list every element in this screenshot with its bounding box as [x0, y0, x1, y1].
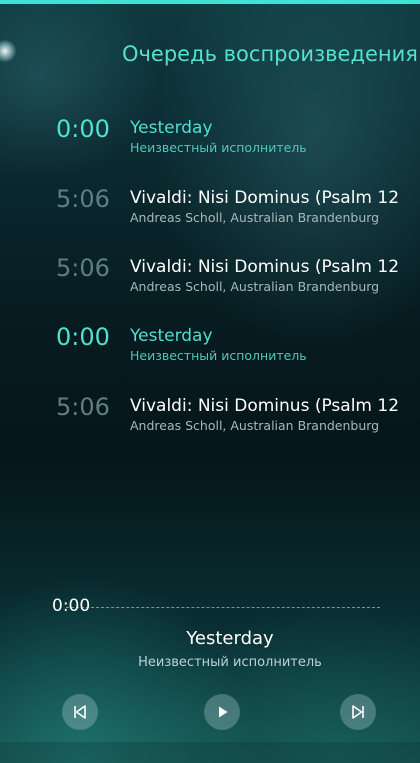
page-title: Очередь воспроизведения — [122, 42, 418, 66]
queue-item-duration: 5:06 — [56, 393, 110, 421]
bottom-bar — [0, 742, 420, 763]
queue-item[interactable]: 5:06 Vivaldi: Nisi Dominus (Psalm 12 And… — [0, 184, 420, 244]
queue-item[interactable]: 5:06 Vivaldi: Nisi Dominus (Psalm 12 And… — [0, 392, 420, 452]
elapsed-time: 0:00 — [52, 596, 91, 616]
queue-item-title: Vivaldi: Nisi Dominus (Psalm 12 — [130, 396, 400, 416]
queue-item-artist: Andreas Scholl, Australian Brandenburg — [130, 210, 380, 225]
queue-item-duration: 0:00 — [56, 115, 110, 143]
play-button[interactable] — [204, 694, 240, 730]
queue-item-artist: Andreas Scholl, Australian Brandenburg — [130, 279, 380, 294]
queue-item-title: Vivaldi: Nisi Dominus (Psalm 12 — [130, 257, 400, 277]
queue-item[interactable]: 5:06 Vivaldi: Nisi Dominus (Psalm 12 And… — [0, 253, 420, 313]
playback-queue-screen: Очередь воспроизведения 0:00 Yesterday Н… — [0, 0, 420, 763]
light-glow-decoration — [0, 40, 16, 62]
queue-item-duration: 0:00 — [56, 323, 110, 351]
queue-item-duration: 5:06 — [56, 185, 110, 213]
queue-item-artist: Неизвестный исполнитель — [130, 348, 307, 363]
now-playing-artist: Неизвестный исполнитель — [138, 655, 322, 670]
queue-item-title: Yesterday — [130, 326, 213, 346]
queue-item-title: Yesterday — [130, 118, 213, 138]
queue-item-duration: 5:06 — [56, 254, 110, 282]
skip-previous-icon — [74, 705, 86, 719]
play-icon — [219, 706, 228, 718]
queue-item-artist: Andreas Scholl, Australian Brandenburg — [130, 418, 380, 433]
skip-next-icon — [352, 705, 364, 719]
queue-item-artist: Неизвестный исполнитель — [130, 140, 307, 155]
queue-item[interactable]: 0:00 Yesterday Неизвестный исполнитель — [0, 322, 420, 382]
queue-item-title: Vivaldi: Nisi Dominus (Psalm 12 — [130, 188, 400, 208]
top-accent-bar — [0, 0, 420, 4]
queue-item[interactable]: 0:00 Yesterday Неизвестный исполнитель — [0, 114, 420, 174]
next-track-button[interactable] — [340, 694, 376, 730]
now-playing-title: Yesterday — [186, 628, 274, 649]
progress-bar[interactable] — [66, 607, 380, 608]
previous-track-button[interactable] — [62, 694, 98, 730]
